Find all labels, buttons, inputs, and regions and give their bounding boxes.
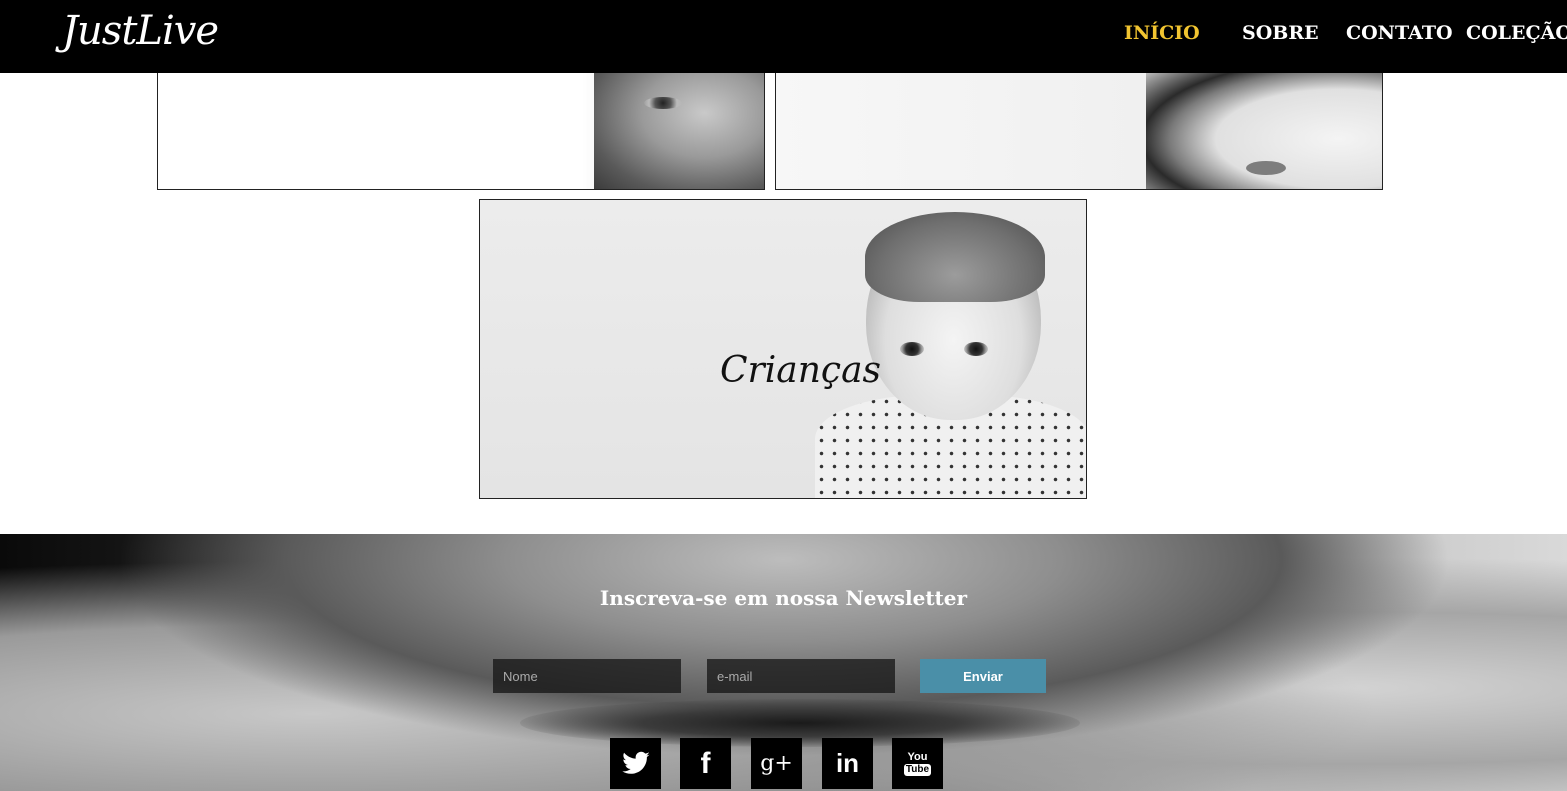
category-card-kids[interactable]: Crianças: [479, 199, 1087, 499]
facebook-glyph: f: [700, 746, 711, 780]
category-card-men[interactable]: [157, 60, 765, 190]
twitter-bird-glyph: [621, 751, 650, 774]
top-navigation-bar: JustLive INÍCIO SOBRE CONTATO COLEÇÃO: [0, 0, 1567, 73]
newsletter-submit-button[interactable]: Enviar: [920, 659, 1046, 693]
nav-link-inicio[interactable]: INÍCIO: [1124, 22, 1200, 44]
youtube-icon[interactable]: You Tube: [892, 738, 943, 789]
lips: [1246, 161, 1286, 175]
newsletter-name-input[interactable]: [493, 659, 681, 693]
nav-link-contato[interactable]: CONTATO: [1346, 22, 1453, 44]
eye: [964, 342, 988, 356]
youtube-glyph-bottom: Tube: [903, 763, 932, 776]
eye: [644, 97, 682, 109]
nav-link-colecao[interactable]: COLEÇÃO: [1466, 22, 1567, 44]
linkedin-icon[interactable]: in: [822, 738, 873, 789]
google-plus-icon[interactable]: g+: [751, 738, 802, 789]
newsletter-title: Inscreva-se em nossa Newsletter: [599, 586, 968, 610]
men-photo: [594, 61, 764, 189]
newsletter-section: Inscreva-se em nossa Newsletter Enviar f…: [0, 534, 1567, 791]
newsletter-email-input[interactable]: [707, 659, 895, 693]
eye: [900, 342, 924, 356]
category-label-kids: Crianças: [720, 350, 882, 391]
youtube-glyph-top: You: [907, 750, 928, 763]
baby-photo-hair: [865, 212, 1045, 302]
twitter-icon[interactable]: [610, 738, 661, 789]
linkedin-glyph: in: [835, 748, 860, 778]
category-card-women[interactable]: [775, 60, 1383, 190]
google-plus-glyph: g+: [760, 751, 793, 776]
facebook-icon[interactable]: f: [680, 738, 731, 789]
nav-link-sobre[interactable]: SOBRE: [1242, 22, 1319, 44]
youtube-glyph: You Tube: [903, 750, 932, 776]
site-logo[interactable]: JustLive: [62, 8, 219, 54]
